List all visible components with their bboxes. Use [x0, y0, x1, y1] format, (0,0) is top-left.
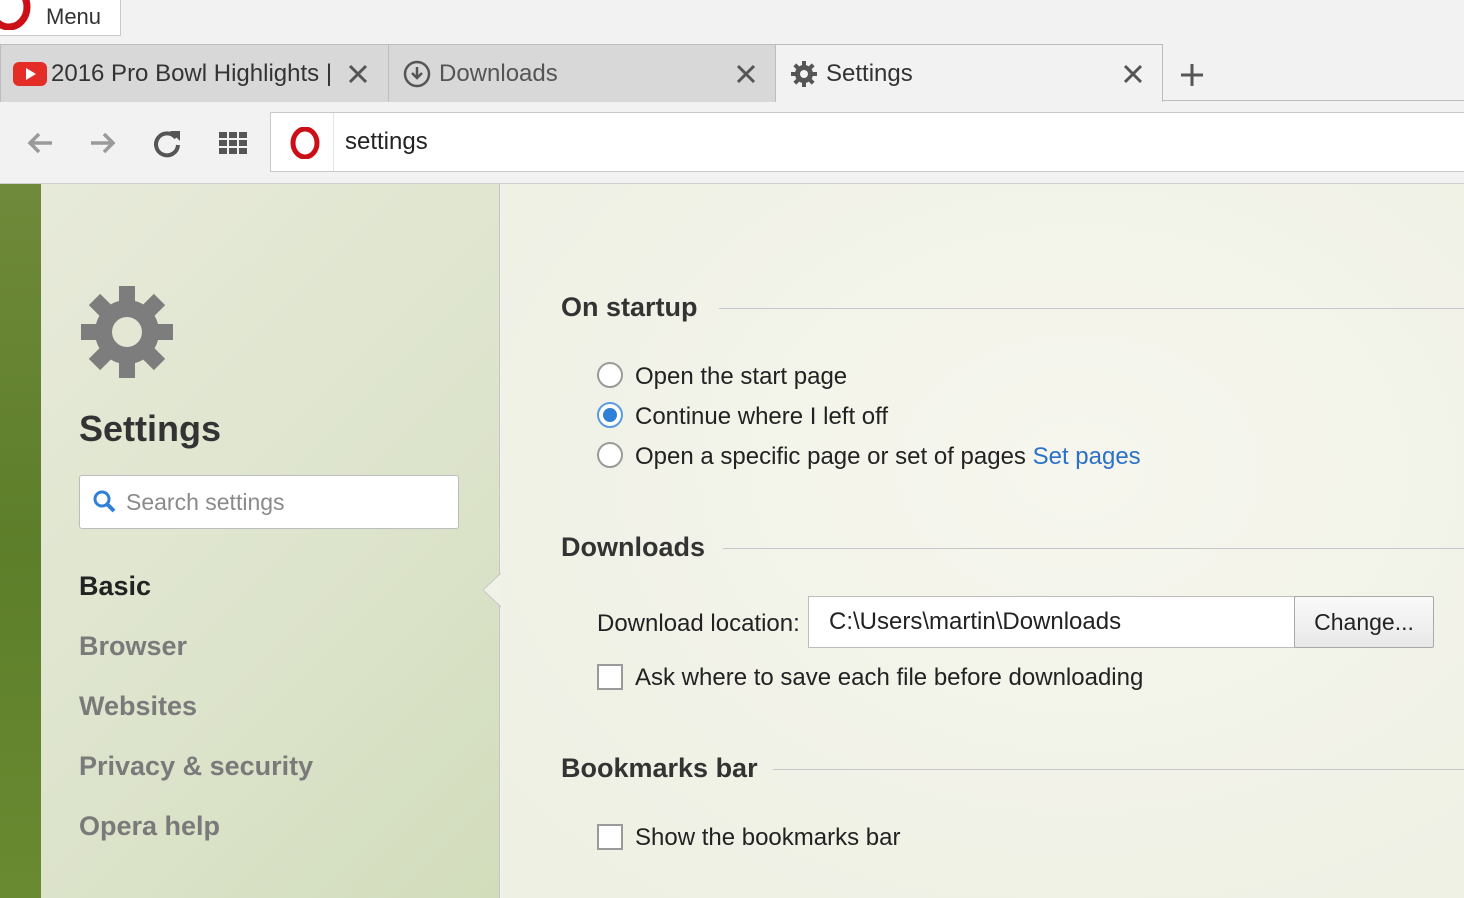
- gear-icon: [81, 286, 173, 378]
- youtube-icon: [13, 62, 47, 86]
- option-label-with-link: Open a specific page or set of pages Set…: [635, 443, 1141, 471]
- radio-continue-where-left-off[interactable]: [597, 402, 623, 428]
- sidebar-item-websites[interactable]: Websites: [79, 691, 197, 722]
- close-icon[interactable]: [347, 63, 369, 85]
- tab-downloads[interactable]: Downloads: [388, 44, 776, 102]
- speed-dial-grid-icon[interactable]: [216, 126, 250, 160]
- download-icon: [403, 60, 431, 88]
- section-title-bookmarks-bar: Bookmarks bar: [561, 753, 758, 783]
- download-location-label: Download location:: [597, 610, 800, 637]
- radio-open-specific-pages[interactable]: [597, 442, 623, 468]
- forward-button[interactable]: [85, 126, 119, 160]
- section-divider: [773, 769, 1464, 770]
- search-icon: [93, 490, 116, 513]
- section-title-downloads: Downloads: [561, 532, 706, 562]
- new-tab-button[interactable]: [1178, 61, 1206, 89]
- radio-open-start-page[interactable]: [597, 362, 623, 388]
- settings-page: Settings Basic Browser Websites Privacy …: [0, 184, 1464, 898]
- reload-button[interactable]: [150, 126, 184, 160]
- tab-title: Settings: [826, 60, 913, 87]
- tab-title: 2016 Pro Bowl Highlights |: [51, 60, 333, 87]
- background-strip: [0, 184, 41, 898]
- address-bar[interactable]: settings: [270, 112, 1464, 172]
- set-pages-link[interactable]: Set pages: [1033, 443, 1141, 470]
- checkbox-label: Show the bookmarks bar: [635, 824, 901, 851]
- option-label: Continue where I left off: [635, 403, 889, 430]
- tab-pro-bowl[interactable]: 2016 Pro Bowl Highlights |: [0, 44, 389, 102]
- checkbox-label: Ask where to save each file before downl…: [635, 664, 1144, 691]
- sidebar-item-browser[interactable]: Browser: [79, 631, 187, 662]
- menu-button[interactable]: Menu: [0, 0, 121, 36]
- search-input[interactable]: [126, 486, 446, 518]
- close-icon[interactable]: [1122, 63, 1144, 85]
- opera-logo-icon: [0, 0, 31, 30]
- change-download-location-button[interactable]: Change...: [1294, 596, 1434, 648]
- section-divider: [719, 308, 1464, 309]
- option-label: Open the start page: [635, 363, 848, 390]
- opera-logo-icon: [290, 127, 320, 159]
- tab-settings[interactable]: Settings: [775, 44, 1163, 102]
- tab-title: Downloads: [439, 60, 558, 87]
- sidebar-item-opera-help[interactable]: Opera help: [79, 811, 220, 842]
- address-divider: [333, 113, 334, 171]
- section-divider: [723, 548, 1464, 549]
- back-button[interactable]: [24, 126, 58, 160]
- option-label: Open a specific page or set of pages: [635, 443, 1026, 470]
- sidebar-item-basic[interactable]: Basic: [79, 571, 151, 602]
- address-text[interactable]: settings: [345, 128, 428, 156]
- toolbar: settings: [0, 102, 1464, 184]
- section-title-startup: On startup: [561, 292, 698, 322]
- tab-strip-baseline: [1162, 100, 1464, 101]
- active-section-pointer: [482, 573, 502, 607]
- menu-label: Menu: [46, 4, 102, 29]
- tab-strip: 2016 Pro Bowl Highlights | Downloads Set…: [0, 44, 1464, 102]
- page-title: Settings: [79, 408, 222, 449]
- download-location-field[interactable]: [808, 596, 1295, 648]
- show-bookmarks-bar-checkbox[interactable]: [597, 824, 623, 850]
- close-icon[interactable]: [735, 63, 757, 85]
- sidebar: Settings Basic Browser Websites Privacy …: [41, 184, 500, 898]
- gear-icon: [791, 61, 817, 87]
- ask-save-location-checkbox[interactable]: [597, 664, 623, 690]
- settings-main: On startup Open the start page Continue …: [501, 184, 1464, 898]
- search-box[interactable]: [79, 475, 459, 529]
- sidebar-item-privacy-security[interactable]: Privacy & security: [79, 751, 313, 782]
